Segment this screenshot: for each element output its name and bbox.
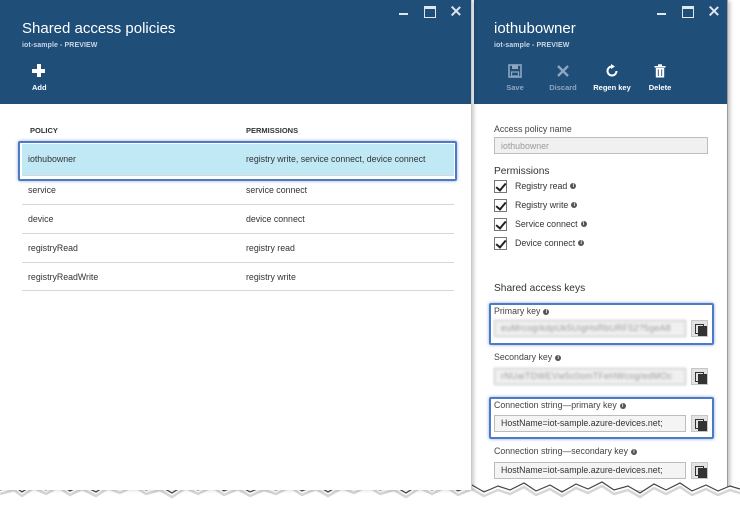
policy-cell: service: [28, 185, 56, 195]
info-icon[interactable]: i: [571, 202, 578, 208]
connection-string-secondary-input[interactable]: HostName=iot-sample.azure-devices.net;: [494, 462, 686, 479]
permissions-cell: registry read: [246, 243, 295, 253]
table-row[interactable]: registryRead registry read: [22, 233, 454, 262]
connection-string-secondary-label-text: Connection string—secondary key: [494, 446, 628, 456]
window-controls: [655, 5, 721, 18]
secondary-key-label: Secondary key i: [494, 352, 562, 362]
policy-name-input[interactable]: [494, 137, 708, 154]
info-icon[interactable]: i: [580, 221, 587, 227]
blade-subtitle: iot-sample - PREVIEW: [22, 42, 98, 49]
shared-access-policies-blade: Shared access policies iot-sample - PREV…: [0, 0, 472, 490]
column-header-permissions: PERMISSIONS: [246, 126, 299, 135]
maximize-icon[interactable]: [681, 5, 695, 18]
save-button-label: Save: [506, 83, 524, 92]
window-controls: [397, 5, 463, 18]
add-button[interactable]: Add: [32, 62, 47, 92]
blade-title: iothubowner: [494, 20, 576, 37]
primary-key-callout: [489, 303, 714, 345]
screenshot-root: Shared access policies iot-sample - PREV…: [0, 0, 740, 515]
discard-icon: [557, 65, 569, 77]
blade-header: Shared access policies iot-sample - PREV…: [0, 0, 471, 104]
service-connect-row[interactable]: Service connect i: [494, 217, 587, 231]
registry-write-row[interactable]: Registry write i: [494, 198, 578, 212]
delete-button[interactable]: Delete: [646, 62, 674, 92]
column-header-policy: POLICY: [30, 126, 58, 135]
table-row[interactable]: registryReadWrite registry write: [22, 262, 454, 291]
plus-icon: [32, 62, 46, 80]
close-icon[interactable]: [707, 5, 721, 17]
maximize-icon[interactable]: [423, 5, 437, 18]
shared-access-keys-label: Shared access keys: [494, 283, 586, 294]
registry-read-row[interactable]: Registry read i: [494, 179, 577, 193]
info-icon[interactable]: i: [578, 240, 585, 246]
service-connect-label: Service connect: [515, 219, 578, 229]
connection-string-secondary-label: Connection string—secondary key i: [494, 446, 637, 456]
service-connect-checkbox[interactable]: [494, 217, 507, 231]
save-icon: [508, 64, 522, 78]
save-button[interactable]: Save: [504, 62, 526, 92]
copy-connection-string-secondary-icon[interactable]: [691, 462, 708, 479]
trash-icon: [654, 64, 666, 78]
permissions-cell: device connect: [246, 214, 305, 224]
registry-write-checkbox[interactable]: [494, 198, 507, 212]
registry-write-label: Registry write: [515, 200, 569, 210]
regen-key-button-label: Regen key: [593, 83, 631, 92]
blade-subtitle: iot-sample - PREVIEW: [494, 42, 570, 49]
discard-button[interactable]: Discard: [548, 62, 578, 92]
info-icon[interactable]: i: [555, 355, 562, 361]
minimize-icon[interactable]: [655, 5, 669, 17]
permissions-section-label: Permissions: [494, 166, 550, 177]
blade-title: Shared access policies: [22, 20, 176, 37]
close-icon[interactable]: [449, 5, 463, 17]
permissions-cell: registry write: [246, 272, 296, 282]
policy-cell: registryRead: [28, 243, 78, 253]
secondary-key-label-text: Secondary key: [494, 352, 553, 362]
device-connect-checkbox[interactable]: [494, 236, 507, 250]
info-icon[interactable]: i: [630, 449, 637, 455]
policy-cell: device: [28, 214, 54, 224]
registry-read-label: Registry read: [515, 181, 568, 191]
registry-read-checkbox[interactable]: [494, 179, 507, 193]
table-row[interactable]: device device connect: [22, 204, 454, 233]
blade-header: iothubowner iot-sample - PREVIEW Save Di…: [474, 0, 727, 104]
device-connect-row[interactable]: Device connect i: [494, 236, 585, 250]
device-connect-label: Device connect: [515, 238, 576, 248]
secondary-key-input[interactable]: rNUaiTDWEVw5c0omTFeHWcog/edMOc: [494, 368, 686, 385]
minimize-icon[interactable]: [397, 5, 411, 17]
regen-key-button[interactable]: Regen key: [591, 62, 633, 92]
policy-cell: registryReadWrite: [28, 272, 99, 282]
refresh-icon: [606, 64, 618, 77]
policy-name-label: Access policy name: [494, 124, 572, 134]
connection-string-primary-callout: [489, 397, 714, 439]
delete-button-label: Delete: [648, 83, 672, 92]
selected-row-callout: [18, 141, 457, 181]
add-button-label: Add: [32, 83, 47, 92]
copy-secondary-key-icon[interactable]: [691, 368, 708, 385]
discard-button-label: Discard: [549, 83, 577, 92]
info-icon[interactable]: i: [570, 183, 577, 189]
permissions-cell: service connect: [246, 185, 308, 195]
